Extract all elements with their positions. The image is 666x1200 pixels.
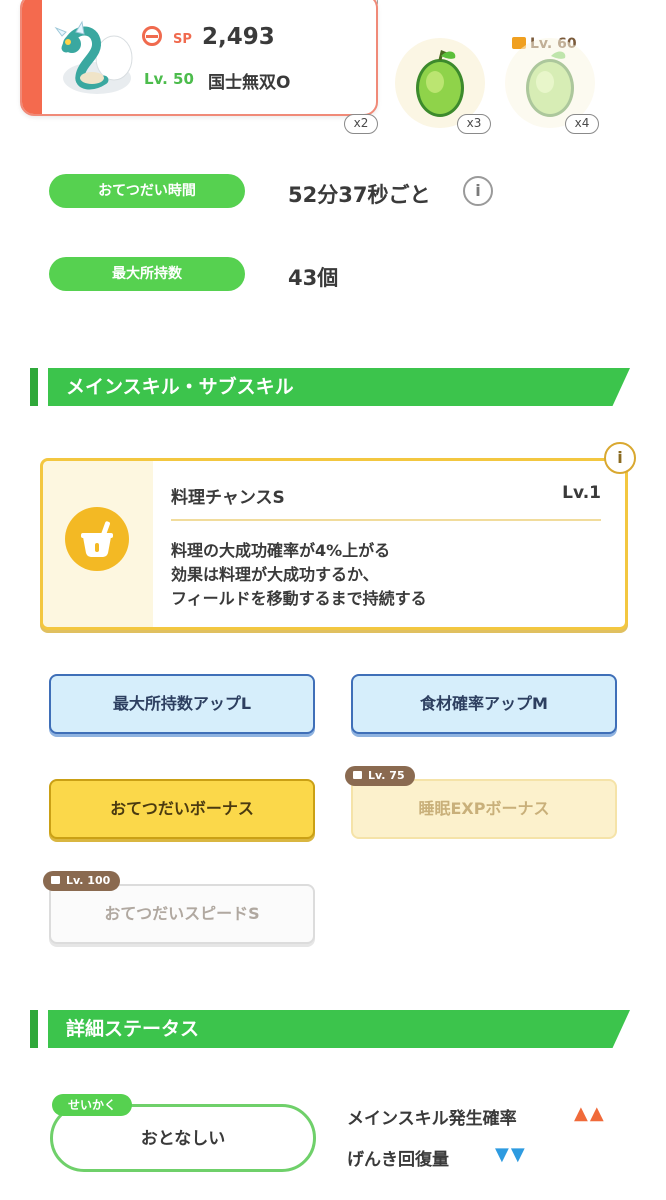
- lock-icon: [353, 771, 362, 779]
- sp-label: SP: [173, 32, 192, 47]
- max-hold-label: 最大所持数: [49, 257, 245, 291]
- main-skill-info-icon[interactable]: i: [604, 442, 636, 474]
- main-skill-desc-line2: 効果は料理が大成功するか、: [171, 565, 379, 584]
- cooking-pot-icon: [65, 507, 129, 571]
- nature-tag: せいかく: [52, 1094, 133, 1116]
- main-skill-desc-line1: 料理の大成功確率が4%上がる: [171, 541, 391, 560]
- ingredient-slot3-count: x3: [457, 114, 491, 134]
- up-stat-label: メインスキル発生確率: [347, 1109, 517, 1129]
- status-section-header: 詳細ステータス: [30, 1010, 630, 1048]
- ingredient-slot4-count: x4: [565, 114, 599, 134]
- ingredient-slot2-count: x2: [344, 114, 378, 134]
- sub-skill-5-lock-level: Lv. 100: [66, 874, 111, 887]
- status-section-title: 詳細ステータス: [66, 1018, 200, 1040]
- sub-skill-4-button[interactable]: 睡眠EXPボーナス: [351, 779, 617, 839]
- down-stat-label: げんき回復量: [347, 1150, 449, 1170]
- main-skill-name: 料理チャンスS: [171, 488, 285, 508]
- skill-divider: [171, 519, 601, 521]
- sub-skill-4-lock-level: Lv. 75: [368, 769, 405, 782]
- pokemon-card[interactable]: SP 2,493 Lv. 50 国士無双O: [20, 0, 378, 116]
- pokemon-name: 国士無双O: [208, 73, 291, 93]
- sp-value: 2,493: [202, 24, 275, 50]
- up-arrows-icon: ▲▲: [574, 1103, 606, 1124]
- sub-skill-4-lock-badge: Lv. 75: [345, 766, 415, 786]
- section-accent: [30, 368, 38, 406]
- section-accent: [30, 1010, 38, 1048]
- sub-skill-1-button[interactable]: 最大所持数アップL: [49, 674, 315, 734]
- sp-icon: [142, 26, 162, 46]
- help-time-label: おてつだい時間: [49, 174, 245, 208]
- pokemon-portrait: [54, 20, 133, 94]
- card-accent-stripe: [22, 0, 42, 114]
- help-time-info-icon[interactable]: i: [463, 176, 493, 206]
- sub-skill-5-button[interactable]: おてつだいスピードS: [49, 884, 315, 944]
- sub-skill-2-button[interactable]: 食材確率アップM: [351, 674, 617, 734]
- sub-skill-3-button[interactable]: おてつだいボーナス: [49, 779, 315, 839]
- main-skill-level: Lv.1: [562, 483, 601, 503]
- down-arrows-icon: ▼▼: [495, 1144, 527, 1165]
- max-hold-value: 43個: [288, 266, 339, 290]
- skills-section-header: メインスキル・サブスキル: [30, 368, 630, 406]
- pokemon-level: Lv. 50: [144, 70, 194, 88]
- skills-section-title: メインスキル・サブスキル: [66, 376, 294, 398]
- main-skill-card[interactable]: 料理チャンスS Lv.1 料理の大成功確率が4%上がる 効果は料理が大成功するか…: [40, 458, 628, 630]
- sub-skill-5-lock-badge: Lv. 100: [43, 871, 121, 891]
- nature-value: おとなしい: [140, 1129, 226, 1149]
- lock-icon: [51, 876, 60, 884]
- main-skill-desc-line3: フィールドを移動するまで持続する: [171, 589, 427, 608]
- help-time-value: 52分37秒ごと: [288, 183, 431, 207]
